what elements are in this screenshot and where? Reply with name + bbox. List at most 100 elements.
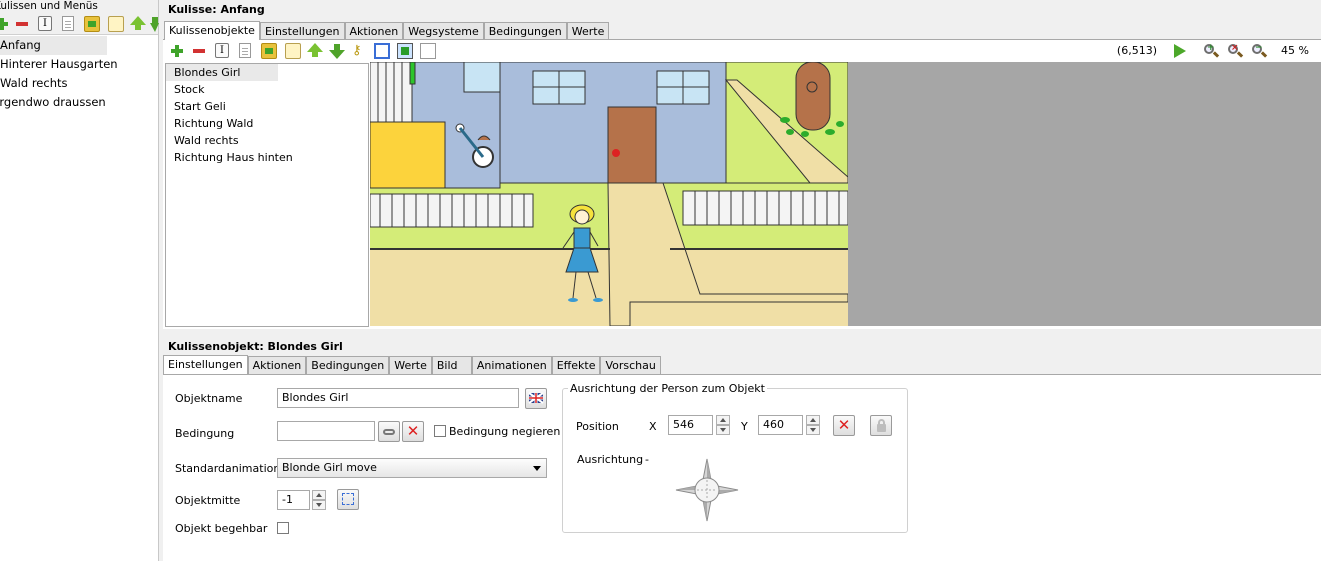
objektmitte-input[interactable]: -1	[277, 490, 310, 510]
add-icon[interactable]	[0, 16, 10, 32]
scene-illustration	[370, 62, 848, 326]
lock-position-button[interactable]	[870, 415, 892, 436]
scene-objects-panel: I ⚷ (6,513) + × − 45 % Blondes Girl Stoc…	[163, 39, 1321, 329]
tab-aktionen[interactable]: Aktionen	[344, 22, 404, 40]
scene-title: Kulisse: Anfang	[168, 3, 265, 16]
tab-obj-vorschau[interactable]: Vorschau	[600, 356, 661, 374]
object-item-richtung-wald[interactable]: Richtung Wald	[166, 115, 368, 132]
object-title: Kulissenobjekt: Blondes Girl	[168, 340, 343, 353]
object-item-start-geli[interactable]: Start Geli	[166, 98, 368, 115]
begehbar-checkbox[interactable]	[277, 522, 289, 534]
zoom-level: 45 %	[1281, 44, 1309, 57]
object-settings-panel: Objektname Blondes Girl Bedingung ✕ Bedi…	[163, 374, 1321, 561]
begehbar-label: Objekt begehbar	[175, 522, 268, 535]
scene-object-list: Blondes Girl Stock Start Geli Richtung W…	[165, 63, 369, 327]
tab-obj-bild[interactable]: Bild	[431, 356, 472, 374]
scene-item-irgendwo-draussen[interactable]: Irgendwo draussen	[0, 93, 158, 112]
scene-item-anfang[interactable]: Anfang	[0, 36, 107, 55]
chevron-down-icon	[533, 466, 541, 471]
tab-einstellungen[interactable]: Einstellungen	[259, 22, 345, 40]
clear-condition-button[interactable]: ✕	[402, 421, 424, 442]
zoom-reset-icon[interactable]: ×	[1227, 43, 1244, 59]
remove-icon[interactable]	[14, 16, 30, 32]
objektmitte-stepper[interactable]	[312, 490, 326, 510]
tab-obj-bedingungen[interactable]: Bedingungen	[306, 356, 390, 374]
position-x-stepper[interactable]	[716, 415, 730, 435]
tab-bedingungen[interactable]: Bedingungen	[483, 22, 567, 40]
tab-obj-effekte[interactable]: Effekte	[551, 356, 601, 374]
standardanimation-value: Blonde Girl move	[282, 461, 377, 474]
tab-werte[interactable]: Werte	[566, 22, 610, 40]
cursor-coordinates: (6,513)	[1116, 44, 1157, 57]
path-marker-icon[interactable]	[420, 43, 436, 59]
rename-object-icon[interactable]: I	[215, 43, 229, 58]
pick-point-icon	[342, 493, 354, 505]
scene-objects-toolbar: I ⚷ (6,513) + × − 45 %	[163, 40, 1321, 62]
scenes-pane: Kulissen und Menüs I Anfang Hinterer Hau…	[0, 0, 159, 561]
paste-icon[interactable]	[108, 16, 124, 32]
move-up-icon[interactable]	[130, 16, 146, 30]
position-label: Position	[576, 420, 619, 433]
link-condition-button[interactable]	[378, 421, 400, 442]
y-label: Y	[741, 420, 748, 433]
position-x-input[interactable]: 546	[668, 415, 713, 435]
position-y-input[interactable]: 460	[758, 415, 803, 435]
import-object-icon[interactable]	[261, 43, 277, 59]
orientation-group-title: Ausrichtung der Person zum Objekt	[568, 382, 767, 395]
paste-object-icon[interactable]	[285, 43, 301, 59]
add-object-icon[interactable]	[169, 43, 185, 59]
move-object-down-icon[interactable]	[329, 44, 345, 59]
link-icon	[383, 429, 395, 435]
play-icon[interactable]	[1174, 44, 1186, 58]
tab-obj-werte[interactable]: Werte	[389, 356, 432, 374]
move-down-icon[interactable]	[150, 17, 159, 32]
keys-icon[interactable]: ⚷	[352, 43, 368, 59]
tab-obj-einstellungen[interactable]: Einstellungen	[163, 355, 248, 374]
standardanimation-select[interactable]: Blonde Girl move	[277, 458, 547, 478]
select-area-icon[interactable]	[374, 43, 390, 59]
object-item-richtung-haus-hinten[interactable]: Richtung Haus hinten	[166, 149, 368, 166]
fit-view-icon[interactable]	[397, 43, 413, 59]
zoom-in-icon[interactable]: +	[1203, 43, 1220, 59]
scene-list: Anfang Hinterer Hausgarten Wald rechts I…	[0, 36, 158, 112]
objektmitte-label: Objektmitte	[175, 494, 241, 507]
object-item-blondes-girl[interactable]: Blondes Girl	[166, 64, 278, 81]
clear-position-button[interactable]: ✕	[833, 415, 855, 436]
copy-object-icon[interactable]	[239, 43, 251, 58]
bedingung-negieren-label: Bedingung negieren	[449, 425, 561, 438]
language-flag-button[interactable]	[525, 388, 547, 409]
objektname-input[interactable]: Blondes Girl	[277, 388, 519, 408]
tab-obj-animationen[interactable]: Animationen	[471, 356, 552, 374]
uk-flag-icon	[528, 392, 544, 404]
import-icon[interactable]	[84, 16, 100, 32]
scenes-toolbar: I	[0, 13, 159, 35]
bedingung-input[interactable]	[277, 421, 375, 441]
scene-item-wald-rechts[interactable]: Wald rechts	[0, 74, 158, 93]
object-tabs: Einstellungen Aktionen Bedingungen Werte…	[163, 355, 661, 374]
standardanimation-label: Standardanimation	[175, 462, 281, 475]
remove-object-icon[interactable]	[191, 43, 207, 59]
canvas-empty-area	[848, 62, 1321, 326]
object-item-stock[interactable]: Stock	[166, 81, 368, 98]
compass-direction-icon[interactable]	[674, 457, 740, 523]
objektmitte-pick-button[interactable]	[337, 489, 359, 510]
move-object-up-icon[interactable]	[307, 43, 323, 57]
objektname-label: Objektname	[175, 392, 243, 405]
copy-icon[interactable]	[62, 16, 74, 31]
tab-obj-aktionen[interactable]: Aktionen	[247, 356, 307, 374]
scene-item-hinterer-hausgarten[interactable]: Hinterer Hausgarten	[0, 55, 158, 74]
ausrichtung-label: Ausrichtung	[577, 453, 644, 466]
bedingung-label: Bedingung	[175, 427, 235, 440]
scene-tabs: Kulissenobjekte Einstellungen Aktionen W…	[164, 21, 610, 40]
scenes-pane-title: Kulissen und Menüs	[0, 0, 158, 13]
bedingung-negieren-checkbox[interactable]	[434, 425, 446, 437]
position-y-stepper[interactable]	[806, 415, 820, 435]
object-item-wald-rechts[interactable]: Wald rechts	[166, 132, 368, 149]
rename-icon[interactable]: I	[38, 16, 52, 31]
zoom-out-icon[interactable]: −	[1251, 43, 1268, 59]
ausrichtung-value: -	[645, 453, 649, 466]
x-label: X	[649, 420, 657, 433]
tab-kulissenobjekte[interactable]: Kulissenobjekte	[164, 21, 260, 40]
scene-canvas[interactable]	[370, 62, 848, 326]
tab-wegsysteme[interactable]: Wegsysteme	[403, 22, 484, 40]
